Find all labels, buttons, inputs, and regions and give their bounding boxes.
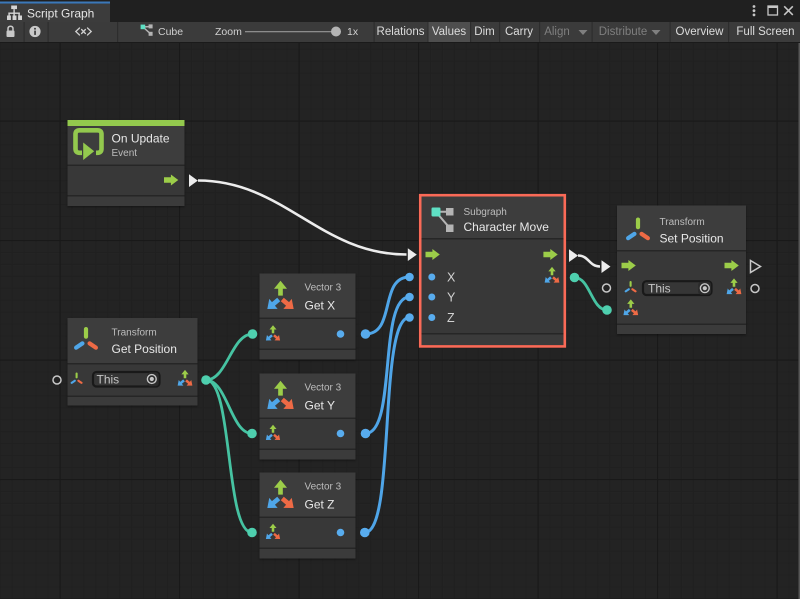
svg-text:Dim: Dim — [474, 26, 494, 38]
svg-text:Z: Z — [447, 311, 455, 325]
svg-text:Values: Values — [432, 26, 467, 38]
svg-text:Cube: Cube — [158, 26, 183, 38]
svg-text:Overview: Overview — [676, 26, 725, 38]
svg-text:Y: Y — [447, 291, 456, 305]
svg-text:Transform: Transform — [112, 328, 157, 339]
svg-text:Script Graph: Script Graph — [27, 7, 94, 21]
svg-text:This: This — [97, 373, 120, 387]
svg-text:Subgraph: Subgraph — [464, 207, 507, 218]
svg-text:Get Position: Get Position — [112, 342, 177, 356]
svg-text:Vector 3: Vector 3 — [305, 383, 342, 394]
svg-text:Full Screen: Full Screen — [736, 26, 794, 38]
svg-text:Transform: Transform — [660, 217, 705, 228]
svg-text:Event: Event — [112, 148, 138, 159]
svg-text:Distribute: Distribute — [599, 26, 648, 38]
svg-text:Zoom: Zoom — [215, 26, 242, 38]
svg-text:This: This — [648, 281, 671, 295]
svg-text:Relations: Relations — [377, 26, 425, 38]
svg-text:Carry: Carry — [505, 26, 533, 38]
svg-text:On Update: On Update — [112, 132, 170, 146]
svg-text:Get Z: Get Z — [305, 498, 335, 512]
svg-text:Vector 3: Vector 3 — [305, 482, 342, 493]
svg-text:Align: Align — [544, 26, 570, 38]
svg-text:Set Position: Set Position — [660, 232, 724, 246]
svg-text:Get Y: Get Y — [305, 399, 335, 413]
svg-text:X: X — [447, 271, 456, 285]
svg-text:Get X: Get X — [305, 299, 336, 313]
svg-text:Character Move: Character Move — [464, 220, 550, 234]
svg-text:Vector 3: Vector 3 — [305, 283, 342, 294]
svg-text:1x: 1x — [347, 26, 359, 38]
